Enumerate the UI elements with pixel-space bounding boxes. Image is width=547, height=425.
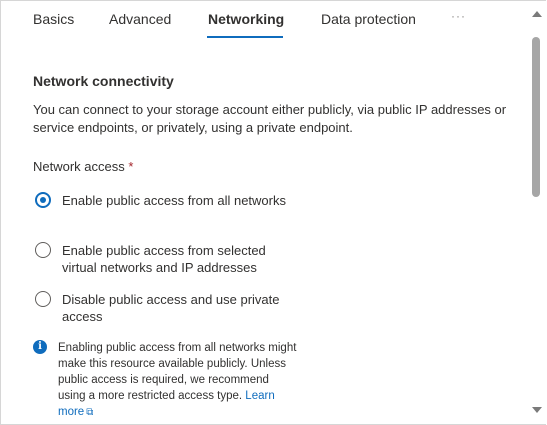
section-title: Network connectivity (33, 73, 174, 89)
info-text-block: Enabling public access from all networks… (58, 340, 298, 421)
tab-advanced[interactable]: Advanced (109, 11, 171, 27)
external-link-icon[interactable]: ⧉ (86, 407, 93, 418)
scroll-thumb[interactable] (532, 37, 540, 197)
active-tab-indicator (207, 36, 283, 38)
info-icon: i (33, 340, 47, 354)
radio-button[interactable] (35, 242, 51, 258)
vertical-scrollbar[interactable] (528, 1, 546, 424)
radio-button[interactable] (35, 291, 51, 307)
tab-bar: Basics Advanced Networking Data protecti… (1, 1, 527, 41)
radio-button[interactable] (35, 192, 51, 208)
more-tabs-icon[interactable]: ··· (451, 9, 466, 23)
radio-option-all-networks[interactable]: Enable public access from all networks (35, 192, 295, 228)
radio-option-selected-networks[interactable]: Enable public access from selected virtu… (35, 242, 295, 278)
radio-label: Disable public access and use private ac… (62, 292, 280, 324)
radio-label: Enable public access from all networks (62, 193, 286, 208)
radio-label: Enable public access from selected virtu… (62, 243, 266, 275)
networking-panel: Basics Advanced Networking Data protecti… (0, 0, 546, 425)
section-description: You can connect to your storage account … (33, 102, 507, 135)
network-access-label: Network access * (33, 159, 133, 174)
tab-basics[interactable]: Basics (33, 11, 74, 27)
scroll-down-icon[interactable] (532, 407, 542, 413)
tab-data-protection[interactable]: Data protection (321, 11, 416, 27)
radio-option-disable-public[interactable]: Disable public access and use private ac… (35, 291, 295, 327)
network-access-label-text: Network access (33, 159, 125, 174)
required-marker: * (128, 159, 134, 174)
tab-networking[interactable]: Networking (208, 11, 284, 27)
scroll-up-icon[interactable] (532, 11, 542, 17)
